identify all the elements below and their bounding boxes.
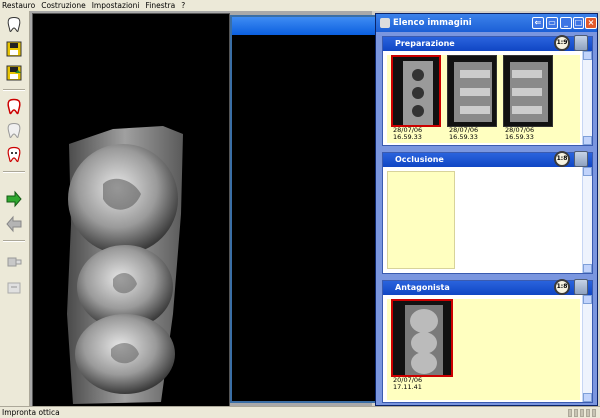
section-title: Occlusione bbox=[395, 155, 444, 164]
section-scrollbar[interactable] bbox=[582, 51, 592, 145]
maximize-icon[interactable]: □ bbox=[573, 17, 584, 29]
thumbnail-time: 16.59.33 bbox=[505, 133, 534, 141]
menu-impostazioni[interactable]: Impostazioni bbox=[92, 0, 140, 11]
restore-icon[interactable]: ▭ bbox=[546, 17, 558, 29]
save-yellow-icon[interactable] bbox=[3, 38, 25, 60]
thumbnail-image bbox=[447, 55, 497, 127]
tool-disabled-icon[interactable] bbox=[3, 251, 25, 273]
status-text: Impronta ottica bbox=[2, 408, 60, 417]
zoom-icon[interactable]: 1:8 bbox=[554, 279, 570, 295]
thumbnail[interactable]: 28/07/06 16.59.33 bbox=[391, 55, 441, 141]
menu-restauro[interactable]: Restauro bbox=[2, 0, 35, 11]
section-header[interactable]: Occlusione 1:8 bbox=[383, 151, 592, 167]
toolbar-separator bbox=[3, 89, 25, 91]
3d-scan-view[interactable] bbox=[32, 13, 230, 416]
section-scrollbar[interactable] bbox=[582, 167, 592, 273]
tooth-grey-icon[interactable] bbox=[3, 120, 25, 142]
section-title: Preparazione bbox=[395, 39, 455, 48]
thumbnail[interactable]: 28/07/06 16.59.33 bbox=[503, 55, 553, 141]
menu-bar: Restauro Costruzione Impostazioni Finest… bbox=[0, 0, 600, 11]
tooth-face-icon[interactable] bbox=[3, 144, 25, 166]
image-list-app-icon bbox=[380, 18, 390, 28]
resize-grip-icon[interactable] bbox=[568, 409, 598, 417]
section-occlusione: Occlusione 1:8 bbox=[382, 151, 593, 274]
thumbnail-image bbox=[503, 55, 553, 127]
section-header[interactable]: Preparazione 1:9 bbox=[383, 35, 592, 51]
zoom-icon[interactable]: 1:8 bbox=[554, 151, 570, 167]
thumbnail-time: 16.59.33 bbox=[393, 133, 422, 141]
zoom-icon[interactable]: 1:9 bbox=[554, 35, 570, 51]
thumbnail-strip: 28/07/06 16.59.33 28/07/06 16.59.33 28/0… bbox=[387, 55, 580, 143]
menu-costruzione[interactable]: Costruzione bbox=[41, 0, 86, 11]
menu-finestra[interactable]: Finestra bbox=[145, 0, 175, 11]
empty-thumbnail-area bbox=[387, 171, 455, 269]
pin-icon[interactable]: ⇐ bbox=[532, 17, 544, 29]
save-yellow-alt-icon[interactable] bbox=[3, 62, 25, 84]
trash-icon[interactable] bbox=[574, 279, 588, 295]
thumbnail-time: 17.11.41 bbox=[393, 383, 422, 391]
trash-icon[interactable] bbox=[574, 35, 588, 51]
thumbnail[interactable]: 28/07/06 16.59.33 bbox=[447, 55, 497, 141]
section-header[interactable]: Antagonista 1:8 bbox=[383, 279, 592, 295]
arrow-right-green-icon[interactable] bbox=[3, 188, 25, 210]
background-window-titlebar[interactable]: × bbox=[232, 17, 398, 35]
section-scrollbar[interactable] bbox=[582, 295, 592, 402]
section-antagonista: Antagonista 1:8 20/07/06 17.11.41 bbox=[382, 279, 593, 403]
print-disabled-icon[interactable] bbox=[3, 277, 25, 299]
status-bar: Impronta ottica bbox=[0, 406, 600, 418]
image-list-title: Elenco immagini bbox=[393, 18, 472, 28]
trash-icon[interactable] bbox=[574, 151, 588, 167]
toolbar-separator bbox=[3, 171, 25, 173]
section-title: Antagonista bbox=[395, 283, 450, 292]
arrow-left-grey-icon[interactable] bbox=[3, 213, 25, 235]
left-toolbar bbox=[0, 11, 30, 406]
image-list-titlebar[interactable]: Elenco immagini ⇐ ▭ _ □ × bbox=[376, 14, 597, 32]
image-list-panel: Elenco immagini ⇐ ▭ _ □ × Preparazione 1… bbox=[375, 13, 598, 406]
thumbnail-image bbox=[391, 55, 441, 127]
tooth-scan-render bbox=[67, 126, 183, 404]
thumbnail-strip: 20/07/06 17.11.41 bbox=[387, 299, 580, 400]
section-preparazione: Preparazione 1:9 28/07/06 16.59.33 28/07… bbox=[382, 35, 593, 146]
tooth-scan-icon[interactable] bbox=[3, 14, 25, 36]
thumbnail[interactable]: 20/07/06 17.11.41 bbox=[391, 299, 453, 391]
thumbnail-time: 16.59.33 bbox=[449, 133, 478, 141]
close-icon[interactable]: × bbox=[585, 17, 597, 29]
minimize-icon[interactable]: _ bbox=[560, 17, 572, 29]
thumbnail-image bbox=[391, 299, 453, 377]
toolbar-separator bbox=[3, 240, 25, 242]
mdi-workspace: × bbox=[30, 11, 400, 416]
tooth-red-icon[interactable] bbox=[3, 96, 25, 118]
menu-help[interactable]: ? bbox=[181, 0, 185, 11]
